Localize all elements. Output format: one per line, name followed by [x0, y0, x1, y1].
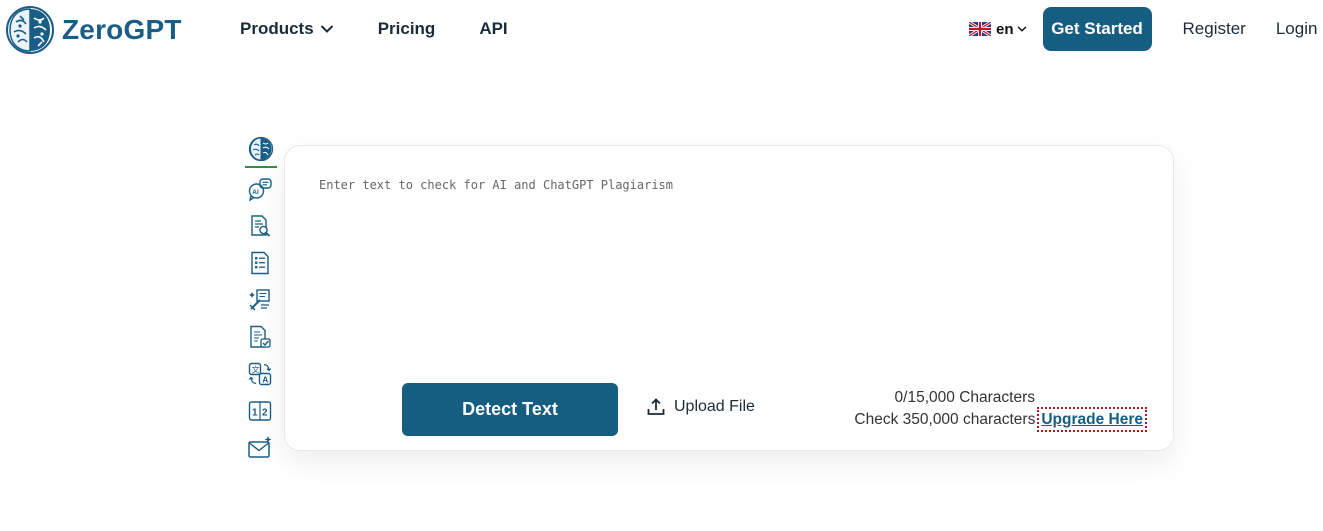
- brain-icon: [248, 136, 274, 162]
- upload-file-label: Upload File: [674, 398, 755, 415]
- detector-card: Detect Text Upload File 0/15,000 Charact…: [284, 145, 1174, 451]
- uk-flag-icon: [969, 22, 991, 36]
- top-navbar: ZeroGPT Products Pricing API en Get Star…: [0, 0, 1323, 60]
- nav-pricing[interactable]: Pricing: [378, 19, 436, 39]
- nav-products[interactable]: Products: [240, 19, 334, 39]
- svg-text:1: 1: [252, 408, 258, 419]
- upgrade-prompt: Check 350,000 characters: [854, 411, 1036, 428]
- tool-email-writer[interactable]: [245, 433, 275, 463]
- character-count: 0/15,000 Characters: [894, 389, 1035, 406]
- tool-translator[interactable]: 文 A: [245, 359, 275, 389]
- word-counter-icon: 1 2: [248, 401, 272, 421]
- brain-logo-icon: [6, 6, 54, 54]
- svg-text:文: 文: [252, 364, 260, 374]
- tool-grammar-checker[interactable]: [245, 322, 275, 352]
- account-nav: en Get Started Register Login: [969, 7, 1317, 51]
- upgrade-line: Check 350,000 characters Upgrade Here: [854, 407, 1147, 432]
- svg-text:A: A: [262, 375, 268, 385]
- detect-text-button[interactable]: Detect Text: [402, 383, 618, 436]
- brand-logo[interactable]: ZeroGPT: [4, 4, 182, 56]
- main-nav: Products Pricing API: [240, 19, 508, 39]
- chevron-down-icon: [1017, 26, 1026, 32]
- get-started-button[interactable]: Get Started: [1042, 7, 1152, 51]
- svg-text:2: 2: [262, 408, 268, 419]
- paraphrase-tool-icon: [249, 289, 270, 311]
- login-link[interactable]: Login: [1276, 19, 1318, 39]
- svg-text:AI: AI: [252, 189, 259, 196]
- text-input[interactable]: [317, 176, 1141, 360]
- register-link[interactable]: Register: [1183, 19, 1246, 39]
- chevron-down-icon: [320, 25, 333, 33]
- document-check-icon: [250, 325, 271, 348]
- language-code: en: [996, 20, 1014, 38]
- email-sparkle-icon: [248, 436, 272, 458]
- tool-summarizer[interactable]: [245, 248, 275, 278]
- nav-api[interactable]: API: [479, 19, 507, 39]
- character-info: 0/15,000 Characters Check 350,000 charac…: [854, 387, 1147, 432]
- upload-icon: [647, 398, 665, 415]
- tool-paraphraser[interactable]: [245, 285, 275, 315]
- tool-ai-chat[interactable]: AI: [245, 174, 275, 204]
- tool-ai-detector[interactable]: [245, 134, 277, 168]
- tool-sidebar: AI 文 A 1 2: [245, 134, 279, 470]
- document-search-icon: [251, 215, 271, 237]
- tool-plagiarism[interactable]: [245, 211, 275, 241]
- language-selector[interactable]: en: [969, 21, 1027, 38]
- ai-chat-icon: AI: [248, 178, 272, 202]
- translate-icon: 文 A: [248, 362, 272, 386]
- nav-products-label: Products: [240, 19, 314, 38]
- upload-file-button[interactable]: Upload File: [646, 397, 755, 417]
- upgrade-link[interactable]: Upgrade Here: [1037, 407, 1147, 432]
- brand-name: ZeroGPT: [62, 14, 182, 45]
- tool-word-counter[interactable]: 1 2: [245, 396, 275, 426]
- summary-list-icon: [251, 251, 269, 275]
